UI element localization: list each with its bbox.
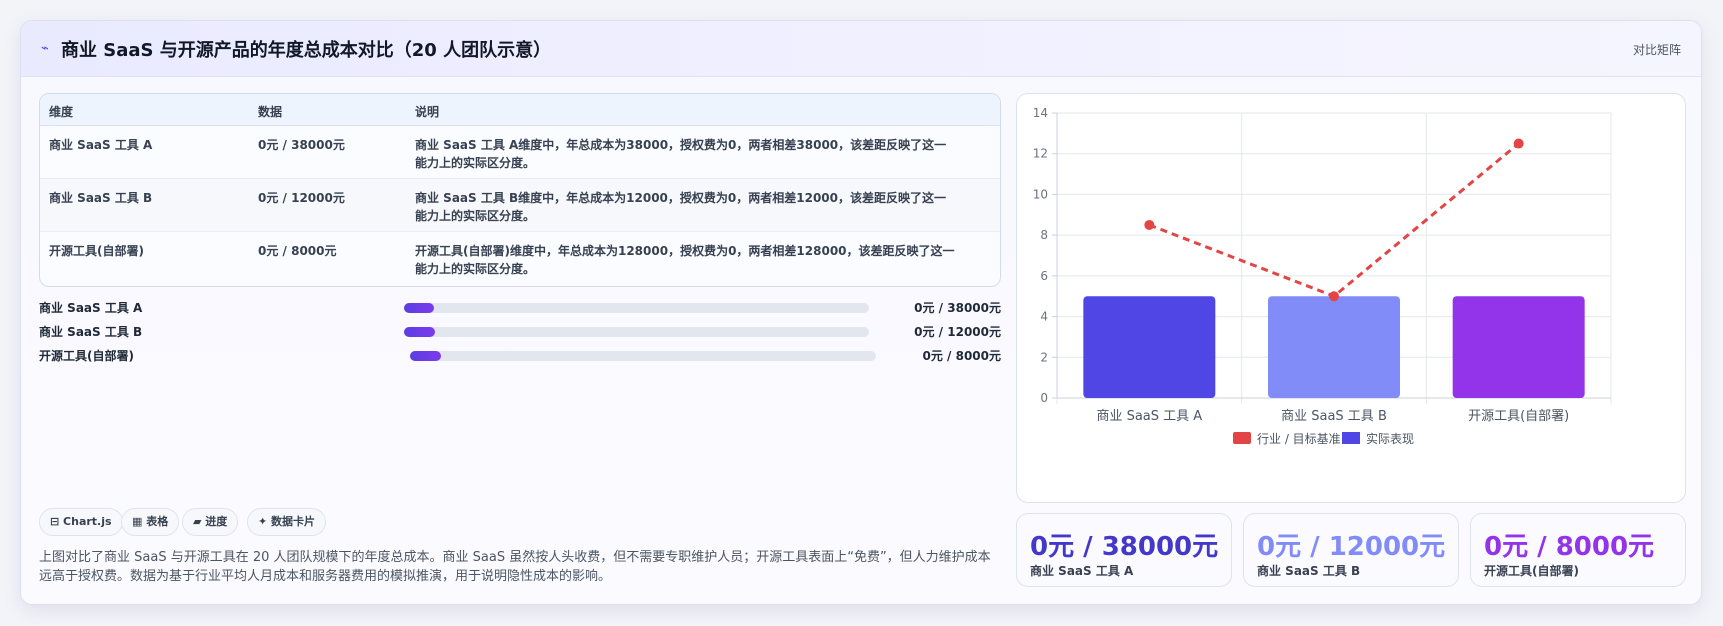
progress-track: [410, 351, 876, 361]
cost-comparison-card: ⌁ 商业 SaaS 与开源产品的年度总成本对比（20 人团队示意） 对比矩阵 维…: [20, 20, 1702, 605]
progress-row: 商业 SaaS 工具 B 0元 / 12000元: [39, 321, 1001, 341]
kpi-card: 0元 / 12000元 商业 SaaS 工具 B: [1243, 513, 1459, 587]
column-header-data: 数据: [258, 105, 283, 119]
progress-value: 0元 / 38000元: [914, 301, 1001, 315]
progress-row: 商业 SaaS 工具 A 0元 / 38000元: [39, 297, 1001, 317]
progress-value: 0元 / 12000元: [914, 325, 1001, 339]
cell-description: 商业 SaaS 工具 B维度中，年总成本为12000，授权费为0，两者相差120…: [415, 191, 947, 223]
progress-row: 开源工具(自部署) 0元 / 8000元: [39, 345, 1001, 365]
cell-description: 商业 SaaS 工具 A维度中，年总成本为38000，授权费为0，两者相差380…: [415, 138, 947, 170]
progress-fill: [404, 327, 436, 337]
kpi-label: 开源工具(自部署): [1484, 564, 1579, 578]
card-header: ⌁ 商业 SaaS 与开源产品的年度总成本对比（20 人团队示意） 对比矩阵: [21, 21, 1701, 77]
cell-dimension: 开源工具(自部署): [49, 244, 144, 258]
progress-track: [404, 303, 869, 313]
kpi-value: 0元 / 38000元: [1030, 532, 1219, 562]
x-tick-label: 商业 SaaS 工具 A: [1096, 409, 1202, 424]
kpi-label: 商业 SaaS 工具 A: [1030, 564, 1134, 578]
card-title: 商业 SaaS 与开源产品的年度总成本对比（20 人团队示意）: [61, 40, 552, 61]
chip-progress[interactable]: ▰ 进度: [182, 508, 239, 536]
benchmark-point-1: [1144, 219, 1155, 230]
cell-dimension: 商业 SaaS 工具 B: [49, 191, 153, 205]
kpi-value: 0元 / 12000元: [1257, 532, 1446, 562]
table-row: 开源工具(自部署) 0元 / 8000元 开源工具(自部署)维度中，年总成本为1…: [40, 232, 1000, 285]
progress-label: 商业 SaaS 工具 A: [39, 301, 143, 315]
y-tick-label: 14: [1033, 106, 1048, 120]
benchmark-point-2: [1329, 291, 1339, 302]
y-tick-label: 10: [1033, 187, 1048, 201]
chart-line-icon: ⌁: [41, 41, 49, 56]
benchmark-point-3: [1513, 138, 1524, 149]
column-header-dimension: 维度: [49, 105, 74, 119]
legend-swatch-actual: [1342, 432, 1360, 444]
column-header-description: 说明: [415, 105, 440, 119]
y-tick-label: 8: [1040, 228, 1048, 242]
table-row: 商业 SaaS 工具 B 0元 / 12000元 商业 SaaS 工具 B维度中…: [40, 179, 1000, 232]
y-tick-label: 2: [1040, 350, 1048, 364]
benchmark-line: [1148, 142, 1520, 298]
progress-label: 商业 SaaS 工具 B: [39, 325, 143, 339]
kpi-card: 0元 / 38000元 商业 SaaS 工具 A: [1016, 513, 1232, 587]
chip-chartjs[interactable]: ⊟ Chart.js: [39, 508, 123, 536]
x-tick-label: 开源工具(自部署): [1468, 409, 1569, 424]
table-header: 维度 数据 说明: [40, 94, 1000, 126]
progress-track: [404, 327, 869, 337]
y-tick-label: 6: [1040, 269, 1048, 283]
kpi-card: 0元 / 8000元 开源工具(自部署): [1470, 513, 1686, 587]
cell-dimension: 商业 SaaS 工具 A: [49, 138, 153, 152]
y-tick-label: 0: [1040, 391, 1048, 405]
bar-2: [1268, 296, 1400, 398]
view-mode-label[interactable]: 对比矩阵: [1633, 41, 1681, 58]
chart-panel: 0 2 4 6 8 10 12 14 商业 SaaS 工具 A 商业 SaaS 工具 B 开源工具(…: [1016, 93, 1686, 503]
bar-3: [1452, 296, 1585, 398]
legend-label-actual: 实际表现: [1366, 431, 1414, 446]
y-tick-label: 12: [1033, 147, 1048, 161]
comparison-table: 维度 数据 说明 商业 SaaS 工具 A 0元 / 38000元 商业 Saa…: [39, 93, 1001, 287]
progress-value: 0元 / 8000元: [922, 349, 1002, 363]
y-tick-label: 4: [1040, 310, 1048, 324]
legend-swatch-benchmark: [1233, 432, 1251, 444]
bar-1: [1083, 296, 1216, 398]
table-row: 商业 SaaS 工具 A 0元 / 38000元 商业 SaaS 工具 A维度中…: [40, 126, 1000, 179]
progress-label: 开源工具(自部署): [39, 349, 134, 363]
progress-fill: [410, 351, 442, 361]
cell-data: 0元 / 12000元: [258, 191, 345, 205]
cell-description: 开源工具(自部署)维度中，年总成本为128000，授权费为0，两者相差12800…: [415, 244, 955, 276]
progress-fill: [404, 303, 435, 313]
legend-label-benchmark: 行业 / 目标基准: [1257, 432, 1341, 446]
x-tick-label: 商业 SaaS 工具 B: [1281, 409, 1387, 424]
chip-data-card[interactable]: ✦ 数据卡片: [247, 508, 327, 536]
chip-table[interactable]: ▦ 表格: [121, 508, 180, 536]
cost-chart: 0 2 4 6 8 10 12 14 商业 SaaS 工具 A 商业 SaaS 工具 B 开源工具(…: [1033, 106, 1612, 446]
kpi-value: 0元 / 8000元: [1484, 532, 1655, 562]
chart-description: 上图对比了商业 SaaS 与开源工具在 20 人团队规模下的年度总成本。商业 S…: [39, 550, 991, 584]
cell-data: 0元 / 38000元: [258, 138, 345, 152]
kpi-label: 商业 SaaS 工具 B: [1257, 564, 1361, 578]
cell-data: 0元 / 8000元: [258, 244, 337, 258]
